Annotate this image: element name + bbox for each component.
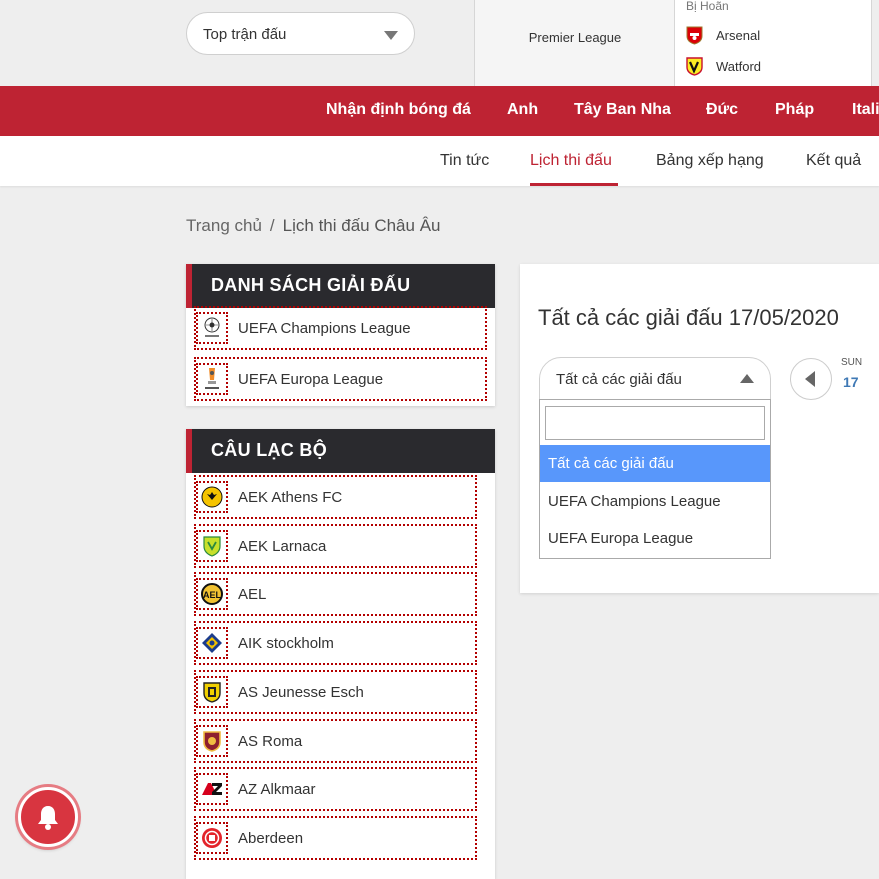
competition-name: UEFA Europa League [238,370,384,388]
club-item[interactable]: AZ Alkmaar [194,767,477,811]
date-day-name[interactable]: SUN [841,357,862,368]
nav-item-germany[interactable]: Đức [706,101,738,119]
tab-schedule[interactable]: Lịch thi đấu [530,152,612,170]
dropdown-option-all[interactable]: Tất cả các giải đấu [540,445,770,482]
club-name: Aberdeen [238,829,304,847]
team-row-away: Watford [686,55,761,77]
club-item[interactable]: AS Roma [194,719,477,763]
top-bar: Top trận đấu Premier League Bị Hoãn Arse… [0,0,879,86]
club-item[interactable]: AEL AEL [194,572,477,616]
team-row-home: Arsenal [686,24,760,46]
club-item[interactable]: Aberdeen [194,816,477,860]
breadcrumb: Trang chủ / Lịch thi đấu Châu Âu [186,216,441,236]
chevron-up-icon [740,374,754,383]
competition-select-label: Tất cả các giải đấu [556,371,682,388]
nav-item-england[interactable]: Anh [507,101,538,119]
club-item[interactable]: AIK stockholm [194,621,477,665]
competition-item[interactable]: UEFA Champions League [194,306,487,350]
club-name: AEK Athens FC [238,488,343,506]
dropdown-search-input[interactable] [545,406,765,440]
top-matches-select-label: Top trận đấu [203,26,287,43]
notification-bell-button[interactable] [18,787,78,847]
club-name: AS Roma [238,732,303,750]
competitions-box: DANH SÁCH GIẢI ĐẤU UEFA Champions League… [186,264,495,406]
club-name: AEL [238,585,267,603]
champions-league-logo-icon [196,312,228,344]
club-name: AIK stockholm [238,634,334,652]
team-name-away: Watford [716,58,762,74]
arsenal-crest-icon [686,26,703,45]
club-item[interactable]: AEK Larnaca [194,524,477,568]
ael-crest-icon: AEL [196,578,228,610]
roma-crest-icon [196,725,228,757]
az-alkmaar-crest-icon [196,773,228,805]
aik-crest-icon [196,627,228,659]
nav-item-france[interactable]: Pháp [775,101,814,119]
prev-date-button[interactable] [790,358,832,400]
team-name-home: Arsenal [716,27,761,43]
tab-news[interactable]: Tin tức [440,152,489,170]
jeunesse-esch-crest-icon [196,676,228,708]
match-league-name: Premier League [528,30,622,45]
club-item[interactable]: AEK Athens FC [194,475,477,519]
aek-athens-crest-icon [196,481,228,513]
schedule-title: Tất cả các giải đấu 17/05/2020 [538,305,839,330]
clubs-box: CÂU LẠC BỘ AEK Athens FC AEK Larnaca AEL… [186,429,495,879]
competitions-title: DANH SÁCH GIẢI ĐẤU [186,264,495,308]
chevron-left-icon [805,371,815,387]
clubs-title: CÂU LẠC BỘ [186,429,495,473]
nav-item-spain[interactable]: Tây Ban Nha [574,101,671,119]
schedule-card: Tất cả các giải đấu 17/05/2020 Tất cả cá… [520,264,879,593]
main-nav: Nhận định bóng đá Anh Tây Ban Nha Đức Ph… [0,86,879,136]
competition-item[interactable]: UEFA Europa League [194,357,487,401]
date-day-number[interactable]: 17 [843,374,859,390]
bell-icon [38,806,58,830]
club-name: AEK Larnaca [238,537,327,555]
active-tab-indicator [530,183,618,186]
nav-item-predictions[interactable]: Nhận định bóng đá [326,101,471,119]
match-status: Bị Hoãn [686,0,729,13]
tab-standings[interactable]: Bảng xếp hạng [656,152,764,170]
nav-item-italy[interactable]: Itali [852,101,879,119]
europa-league-logo-icon [196,363,228,395]
competition-name: UEFA Champions League [238,319,411,337]
breadcrumb-home[interactable]: Trang chủ [186,216,262,235]
watford-crest-icon [686,56,703,76]
sub-nav: Tin tức Lịch thi đấu Bảng xếp hạng Kết q… [0,136,879,186]
svg-text:AEL: AEL [203,590,222,600]
tab-results[interactable]: Kết quả [806,152,861,170]
match-teams-cell[interactable]: Bị Hoãn Arsenal Watford [674,0,872,86]
competition-select[interactable]: Tất cả các giải đấu [539,357,771,400]
dropdown-option-champions-league[interactable]: UEFA Champions League [540,483,770,520]
club-name: AZ Alkmaar [238,780,316,798]
breadcrumb-current: Lịch thi đấu Châu Âu [282,216,441,235]
match-league-cell[interactable]: Premier League [474,0,674,86]
top-matches-select[interactable]: Top trận đấu [186,12,415,55]
club-name: AS Jeunesse Esch [238,683,364,701]
dropdown-option-europa-league[interactable]: UEFA Europa League [540,520,770,557]
chevron-down-icon [384,31,398,40]
aberdeen-crest-icon [196,822,228,854]
aek-larnaca-crest-icon [196,530,228,562]
breadcrumb-separator: / [269,216,275,235]
competition-dropdown: Tất cả các giải đấu UEFA Champions Leagu… [539,399,771,559]
club-item[interactable]: AS Jeunesse Esch [194,670,477,714]
